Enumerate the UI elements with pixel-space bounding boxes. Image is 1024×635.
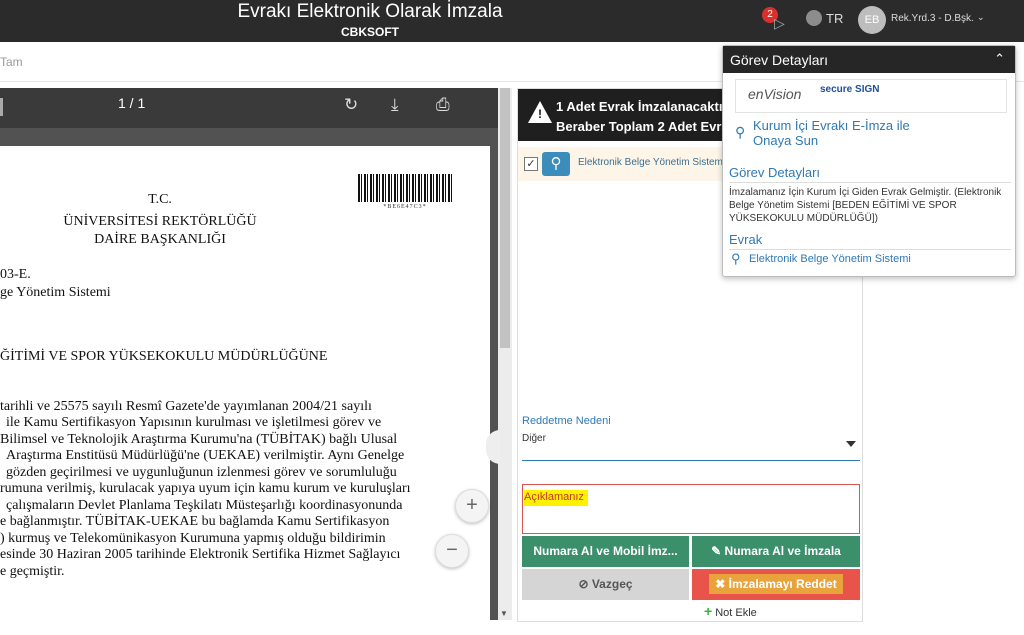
- search-icon: ⚲: [731, 251, 741, 266]
- warning-icon: !: [528, 101, 552, 123]
- task-details-header[interactable]: Görev Detayları ⌃: [723, 46, 1015, 73]
- rotate-icon[interactable]: ↻: [344, 95, 358, 115]
- cancel-label: Vazgeç: [591, 577, 633, 591]
- sidebar-toggle[interactable]: [0, 98, 3, 116]
- doc-line: esinde 30 Haziran 2005 tarihinde Elektro…: [0, 547, 401, 562]
- cancel-button[interactable]: ⊘ Vazgeç: [522, 569, 689, 600]
- doc-line: rumuna verilmiş, kurulacak yapıya uyum i…: [0, 481, 411, 496]
- language-label: TR: [826, 11, 844, 26]
- breadcrumb-text: Tam: [0, 55, 23, 69]
- warning-line-1: 1 Adet Evrak İmzalanacaktır: [556, 99, 728, 114]
- globe-icon: [806, 10, 822, 26]
- warning-line-2: Beraber Toplam 2 Adet Evrak: [556, 119, 736, 134]
- doc-line: e bağlanmıştır. TÜBİTAK-UEKAE bu bağlamd…: [0, 514, 390, 529]
- chevron-down-icon: [846, 441, 856, 447]
- doc-line: ) kurmuş ve Telekomünikasyon Kurumuna ya…: [0, 531, 386, 546]
- explanation-placeholder: Açıklamanız: [524, 490, 588, 506]
- barcode: [358, 174, 452, 202]
- user-menu[interactable]: Rek.Yrd.3 - D.Bşk.: [891, 13, 974, 24]
- task-details-title: Görev Detayları: [730, 52, 829, 68]
- securesign-logo: secure SIGN: [820, 84, 880, 95]
- barcode-text: *BE6E47C3*: [383, 204, 427, 210]
- number-sign-label: Numara Al ve İmzala: [724, 544, 841, 558]
- doc-line: gözden geçirilmesi ve uygunluğunun izlen…: [6, 465, 397, 480]
- doc-line: ge Yönetim Sistemi: [0, 285, 111, 300]
- pdf-toolbar: 1 / 1 ↻ ⤓ ⎙: [0, 88, 498, 128]
- doc-line: 03-E.: [0, 267, 31, 282]
- reject-reason-value: Diğer: [522, 433, 546, 444]
- chevron-up-icon[interactable]: ⌃: [994, 51, 1005, 67]
- zoom-out-icon[interactable]: −: [435, 534, 469, 568]
- doc-line: ĞİTİMİ VE SPOR YÜKSEKOKULU MÜDÜRLÜĞÜNE: [0, 349, 328, 364]
- number-mobile-sign-button[interactable]: Numara Al ve Mobil İmz...: [522, 536, 689, 567]
- task-section-heading: Görev Detayları: [729, 165, 1011, 183]
- doc-line: Araştırma Enstitüsü Müdürlüğü'ne (UEKAE)…: [6, 448, 405, 463]
- logos-box: enVision secure SIGN: [735, 79, 1007, 113]
- envision-logo: enVision: [748, 86, 802, 102]
- reject-reason-label: Reddetme Nedeni: [522, 415, 611, 427]
- document-section-heading: Evrak: [729, 232, 1011, 250]
- print-icon[interactable]: ⎙: [436, 95, 450, 115]
- close-circle-icon: ✖: [715, 577, 729, 591]
- doc-line: tarihli ve 25575 sayılı Resmî Gazete'de …: [0, 399, 372, 414]
- notifications-button[interactable]: 2 ▷: [762, 7, 790, 33]
- plus-icon: +: [704, 603, 713, 619]
- explanation-textarea[interactable]: Açıklamanız: [522, 484, 860, 534]
- doc-line: çalışmaların Devlet Planlama Teşkilatı M…: [6, 498, 403, 513]
- number-sign-button[interactable]: ✎ Numara Al ve İmzala: [692, 536, 860, 567]
- search-icon: ⚲: [735, 124, 746, 140]
- task-description: İmzalamanız İçin Kurum İçi Giden Evrak G…: [729, 187, 1002, 224]
- doc-line: ile Kamu Sertifikasyon Yapısının kurulma…: [6, 415, 382, 430]
- chevron-down-icon[interactable]: ⌄: [977, 12, 985, 23]
- doc-line: DAİRE BAŞKANLIĞI: [94, 232, 226, 247]
- ban-icon: ⊘: [578, 577, 592, 591]
- document-link[interactable]: Elektronik Belge Yönetim Sistemi: [749, 253, 911, 265]
- reject-signing-button[interactable]: ✖ İmzalamayı Reddet: [692, 569, 860, 600]
- document-checkbox[interactable]: ✓: [524, 157, 538, 171]
- submit-for-approval-link[interactable]: Kurum İçi Evrakı E-İmza ile Onaya Sun: [753, 118, 943, 148]
- task-details-popover: Görev Detayları ⌃ enVision secure SIGN ⚲…: [722, 45, 1016, 277]
- document-label[interactable]: Elektronik Belge Yönetim Sistemi: [578, 157, 725, 168]
- avatar[interactable]: EB: [858, 6, 886, 34]
- zoom-in-icon[interactable]: +: [455, 489, 489, 523]
- page-title: Evrakı Elektronik Olarak İmzala: [237, 1, 503, 22]
- doc-line: ÜNİVERSİTESİ REKTÖRLÜĞÜ: [63, 214, 257, 229]
- pdf-scrollbar[interactable]: ▼: [498, 88, 512, 620]
- bell-icon: ▷: [774, 15, 785, 31]
- top-bar: Evrakı Elektronik Olarak İmzala CBKSOFT …: [0, 0, 1024, 42]
- pdf-page: *BE6E47C3* T.C. ÜNİVERSİTESİ REKTÖRLÜĞÜ …: [0, 146, 490, 620]
- edit-icon: ✎: [711, 544, 725, 558]
- doc-line: Bilimsel ve Teknolojik Araştırma Kurumu'…: [0, 432, 398, 447]
- doc-line: e geçmiştir.: [0, 564, 65, 579]
- language-selector[interactable]: TR: [806, 10, 843, 26]
- reject-reason-select[interactable]: Diğer: [522, 431, 860, 461]
- scroll-down-arrow[interactable]: ▼: [500, 609, 508, 618]
- app-subtitle: CBKSOFT: [341, 25, 399, 39]
- add-note-button[interactable]: + Not Ekle: [704, 603, 757, 619]
- doc-line: T.C.: [148, 192, 172, 207]
- number-mobile-sign-label: Numara Al ve Mobil İmz...: [533, 544, 678, 558]
- page-indicator: 1 / 1: [118, 95, 146, 111]
- scrollbar-thumb[interactable]: [500, 88, 510, 348]
- reject-signing-label: İmzalamayı Reddet: [728, 577, 837, 591]
- search-icon[interactable]: ⚲: [542, 152, 570, 176]
- add-note-label: Not Ekle: [715, 607, 757, 619]
- download-icon[interactable]: ⤓: [391, 95, 399, 115]
